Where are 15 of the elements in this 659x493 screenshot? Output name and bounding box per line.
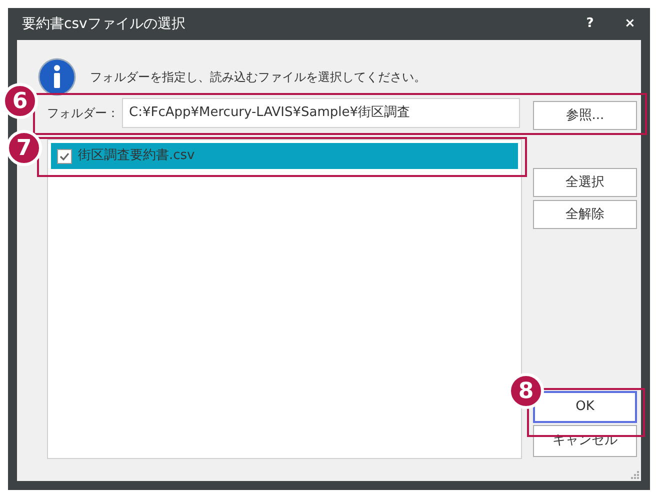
help-button[interactable]: ? bbox=[570, 14, 610, 34]
folder-label: フォルダー： bbox=[47, 105, 120, 122]
instruction-text: フォルダーを指定し、読み込むファイルを選択してください。 bbox=[90, 69, 426, 86]
info-icon bbox=[38, 58, 76, 96]
browse-button[interactable]: 参照... bbox=[533, 101, 637, 130]
ok-button[interactable]: OK bbox=[533, 391, 637, 423]
deselect-all-button[interactable]: 全解除 bbox=[533, 200, 637, 229]
folder-field[interactable]: C:¥FcApp¥Mercury-LAVIS¥Sample¥街区調査 bbox=[122, 98, 520, 128]
resize-grip-icon[interactable] bbox=[630, 470, 639, 479]
file-item[interactable]: 街区調査要約書.csv bbox=[51, 143, 518, 169]
check-icon bbox=[59, 150, 70, 162]
close-button[interactable]: × bbox=[610, 14, 650, 34]
select-all-button[interactable]: 全選択 bbox=[533, 168, 637, 197]
checkbox[interactable] bbox=[57, 148, 72, 164]
window-title: 要約書csvファイルの選択 bbox=[22, 14, 186, 34]
